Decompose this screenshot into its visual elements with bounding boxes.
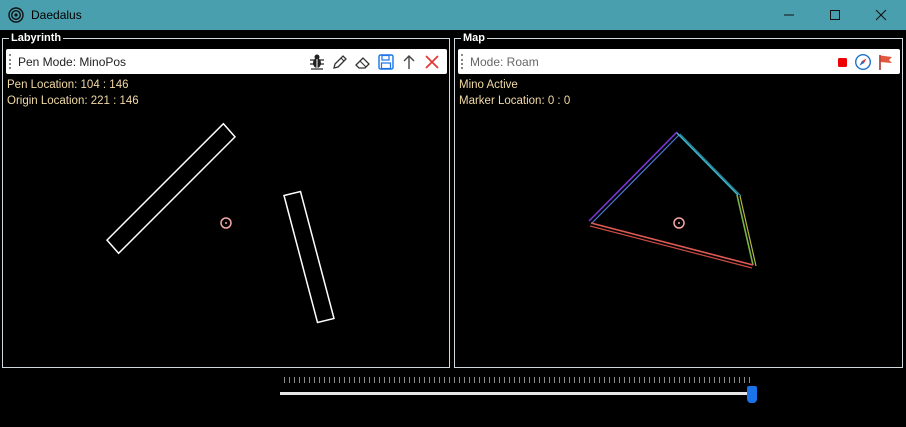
slider-thumb[interactable]: [747, 386, 757, 403]
wall-segment: [283, 190, 335, 324]
bottom-bar: [0, 370, 906, 427]
close-window-button[interactable]: [858, 0, 904, 30]
slider-track[interactable]: [280, 392, 754, 395]
map-canvas[interactable]: [455, 39, 902, 367]
labyrinth-panel: Labyrinth Pen Mode: MinoPos Pen Location…: [2, 31, 450, 368]
map-edge: [590, 222, 754, 266]
map-edge: [589, 225, 753, 269]
map-panel: Map Mode: Roam Mino Active Marker Locati…: [454, 31, 903, 368]
slider-ticks: [284, 377, 754, 383]
wall-segment: [105, 122, 237, 255]
minimize-button[interactable]: [766, 0, 812, 30]
map-edge: [588, 131, 678, 222]
map-edge: [736, 194, 754, 266]
maximize-button[interactable]: [812, 0, 858, 30]
map-edge: [679, 133, 742, 197]
title-bar: Daedalus: [0, 0, 906, 30]
window-title: Daedalus: [31, 8, 82, 22]
map-edge: [676, 132, 739, 196]
map-edge: [739, 195, 757, 267]
app-logo-icon: [8, 7, 24, 23]
labyrinth-canvas[interactable]: [3, 39, 449, 367]
map-edge: [591, 134, 680, 224]
